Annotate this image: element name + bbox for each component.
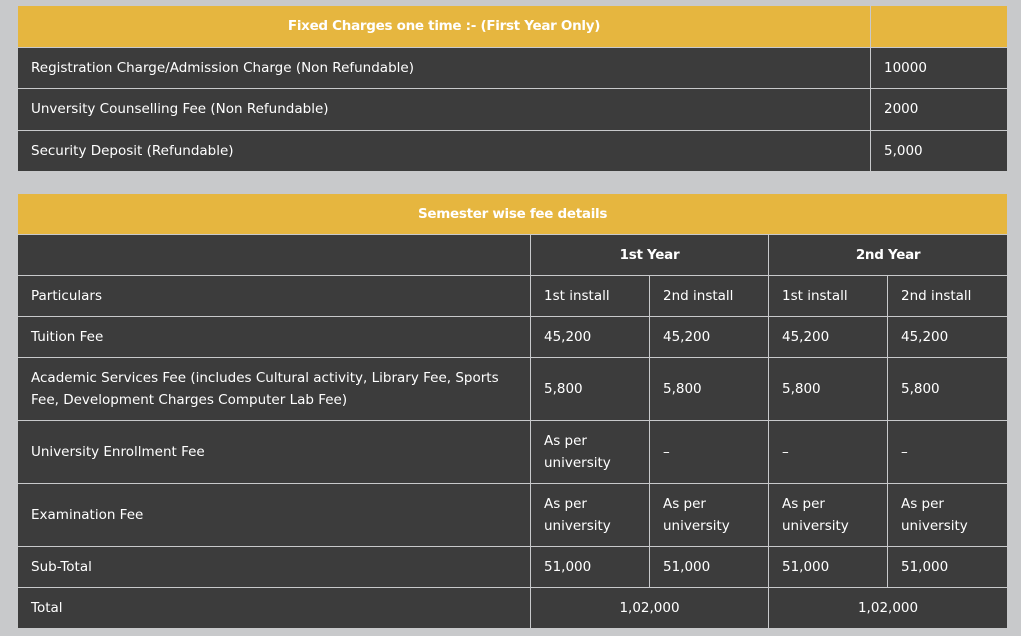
fixed-row-label: Security Deposit (Refundable) [17, 129, 871, 172]
fixed-charges-header: Fixed Charges one time :- (First Year On… [17, 5, 1008, 48]
cell-value: – [768, 420, 888, 484]
total-row: Total 1,02,000 1,02,000 [17, 587, 1009, 629]
fixed-charges-table: Fixed Charges one time :- (First Year On… [17, 5, 1008, 172]
cell-value: 51,000 [649, 546, 769, 588]
semester-title: Semester wise fee details [16, 193, 1009, 235]
cell-value: 45,200 [649, 316, 769, 358]
cell-value: 51,000 [530, 546, 650, 588]
table-row: Tuition Fee 45,200 45,200 45,200 45,200 [17, 316, 1009, 358]
total-label: Total [17, 587, 531, 629]
row-label: Academic Services Fee (includes Cultural… [17, 357, 531, 421]
fixed-row-label: Registration Charge/Admission Charge (No… [17, 46, 871, 89]
cell-value: As per university [768, 483, 888, 547]
fixed-row-label: Unversity Counselling Fee (Non Refundabl… [17, 88, 871, 131]
install1-header: 1st install [768, 275, 888, 317]
year-header-blank [17, 234, 531, 276]
subtotal-row: Sub-Total 51,000 51,000 51,000 51,000 [17, 546, 1009, 588]
cell-value: 5,800 [649, 357, 769, 421]
row-label: Examination Fee [17, 483, 531, 547]
year2-header: 2nd Year [767, 234, 1009, 276]
row-label: University Enrollment Fee [17, 420, 531, 484]
fixed-row-value: 2000 [870, 88, 1008, 131]
fixed-row-value: 10000 [870, 46, 1008, 89]
column-header-row: Particulars 1st install 2nd install 1st … [17, 275, 1009, 317]
cell-value: As per university [530, 420, 650, 484]
table-row: Security Deposit (Refundable) 5,000 [17, 129, 1008, 172]
cell-value: 45,200 [768, 316, 888, 358]
cell-value: As per university [530, 483, 650, 547]
cell-value: 45,200 [886, 316, 1009, 358]
table-row: Registration Charge/Admission Charge (No… [17, 46, 1008, 89]
semester-header: Semester wise fee details [16, 193, 1009, 235]
table-row: Unversity Counselling Fee (Non Refundabl… [17, 88, 1008, 131]
fixed-charges-title: Fixed Charges one time :- (First Year On… [17, 5, 871, 48]
install1-header: 1st install [530, 275, 650, 317]
cell-value: – [886, 420, 1009, 484]
cell-value: – [649, 420, 769, 484]
fixed-charges-header-blank [870, 5, 1008, 48]
year1-header: 1st Year [530, 234, 769, 276]
cell-value: 5,800 [530, 357, 650, 421]
install2-header: 2nd install [649, 275, 769, 317]
particulars-header: Particulars [17, 275, 531, 317]
cell-value: 5,800 [768, 357, 888, 421]
table-row: University Enrollment Fee As per univers… [17, 420, 1009, 484]
row-label: Sub-Total [17, 546, 531, 588]
cell-value: 5,800 [886, 357, 1009, 421]
cell-value: 45,200 [530, 316, 650, 358]
table-row: Academic Services Fee (includes Cultural… [17, 357, 1009, 421]
semester-fee-table: Semester wise fee details 1st Year 2nd Y… [16, 193, 1009, 629]
install2-header: 2nd install [886, 275, 1009, 317]
fixed-row-value: 5,000 [870, 129, 1008, 172]
year-header-row: 1st Year 2nd Year [17, 234, 1009, 276]
cell-value: As per university [649, 483, 769, 547]
cell-value: As per university [886, 483, 1009, 547]
table-row: Examination Fee As per university As per… [17, 483, 1009, 547]
cell-value: 51,000 [886, 546, 1009, 588]
cell-value: 51,000 [768, 546, 888, 588]
row-label: Tuition Fee [17, 316, 531, 358]
total-year2: 1,02,000 [767, 587, 1009, 629]
total-year1: 1,02,000 [530, 587, 769, 629]
